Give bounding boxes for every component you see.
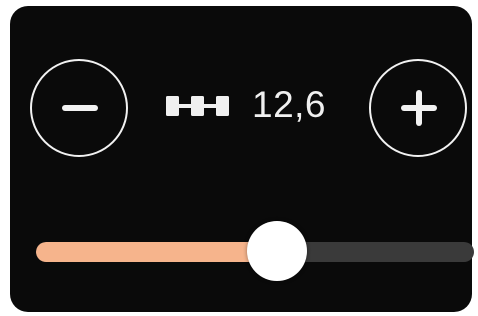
minus-icon xyxy=(62,105,98,111)
decrease-button[interactable] xyxy=(30,59,128,157)
plus-icon xyxy=(401,90,437,126)
slider-fill xyxy=(36,242,277,262)
increase-button[interactable] xyxy=(369,59,467,157)
slider-thumb[interactable] xyxy=(247,221,307,281)
stitch-control-panel: 12,6 xyxy=(10,6,474,312)
stitch-width-value: 12,6 xyxy=(252,84,327,125)
stitch-width-slider[interactable] xyxy=(36,221,474,281)
stitch-width-icon xyxy=(166,96,229,116)
